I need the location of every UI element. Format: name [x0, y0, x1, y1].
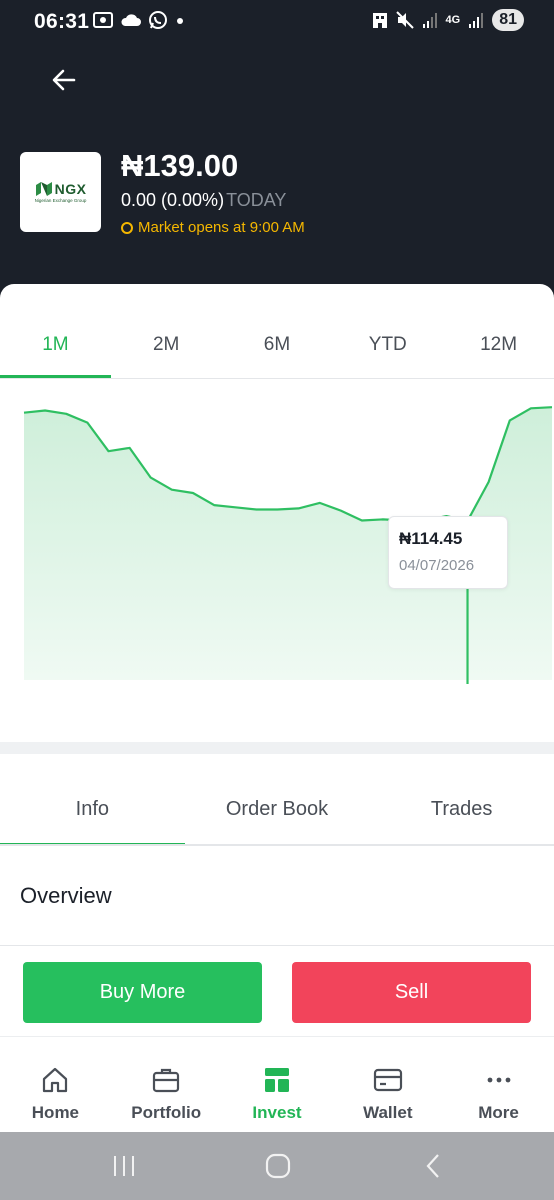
range-tabs-divider — [0, 378, 554, 379]
stock-header: 06:31 4G 81 NGX Nigerian Exchange Group … — [0, 0, 554, 300]
range-tab-ytd[interactable]: YTD — [332, 312, 443, 378]
system-nav-bar — [0, 1132, 554, 1200]
back-arrow-icon[interactable] — [48, 64, 80, 96]
home-button-icon[interactable] — [264, 1152, 292, 1180]
mute-icon — [395, 11, 414, 29]
chart-tooltip: ₦114.45 04/07/2026 — [388, 516, 508, 589]
tab-info[interactable]: Info — [0, 776, 185, 846]
tab-trades[interactable]: Trades — [369, 776, 554, 846]
status-left-icons — [92, 10, 186, 30]
info-tabs-divider — [0, 844, 554, 846]
tooltip-date: 04/07/2026 — [399, 557, 475, 574]
range-tab-12m[interactable]: 12M — [443, 312, 554, 378]
overview-heading: Overview — [20, 883, 112, 908]
battery-level: 81 — [492, 9, 524, 31]
building-icon — [372, 13, 387, 28]
stock-price: ₦139.00 — [121, 148, 239, 183]
network-type: 4G — [445, 14, 461, 26]
company-logo: NGX Nigerian Exchange Group — [20, 152, 101, 232]
tooltip-price: ₦114.45 — [399, 529, 463, 548]
signal-icon — [422, 13, 437, 28]
system-back-icon[interactable] — [420, 1152, 448, 1180]
nav-label-portfolio: Portfolio — [131, 1103, 202, 1122]
nav-label-more: More — [478, 1103, 519, 1122]
price-change-value: 0.00 (0.00%) — [121, 190, 225, 210]
market-status-text: Market opens at 9:00 AM — [138, 219, 305, 236]
nav-item-wallet[interactable]: Wallet — [332, 1037, 443, 1132]
status-bar: 06:31 4G 81 — [0, 0, 554, 44]
bottom-nav: Home Portfolio Invest Wallet More — [0, 1036, 554, 1132]
section-divider — [0, 742, 554, 754]
more-dots-icon — [487, 1077, 510, 1083]
ngx-logo-icon — [35, 182, 52, 196]
signal-icon-2 — [469, 13, 484, 28]
chart-panel: 1M 2M 6M YTD 12M ₦114.45 04/07/2026 — [0, 284, 554, 744]
nav-label-invest: Invest — [252, 1103, 302, 1122]
screenshot-icon — [93, 12, 113, 28]
nav-item-portfolio[interactable]: Portfolio — [111, 1037, 222, 1132]
range-tab-1m[interactable]: 1M — [0, 312, 111, 378]
range-tabs: 1M 2M 6M YTD 12M — [0, 312, 554, 378]
home-icon — [43, 1067, 68, 1093]
wallet-icon — [373, 1068, 402, 1092]
nav-label-home: Home — [31, 1103, 80, 1122]
info-tabs: Info Order Book Trades — [0, 776, 554, 846]
range-tab-6m[interactable]: 6M — [222, 312, 333, 378]
sell-button[interactable]: Sell — [292, 962, 531, 1023]
price-change: 0.00 (0.00%) TODAY — [121, 190, 286, 211]
logo-text: NGX — [54, 181, 87, 197]
nav-label-wallet: Wallet — [363, 1103, 413, 1122]
notification-dot-icon — [177, 18, 183, 24]
status-right-icons: 4G 81 — [372, 9, 524, 31]
briefcase-icon — [153, 1068, 180, 1093]
status-time: 06:31 — [34, 10, 90, 33]
overview-divider — [0, 945, 554, 946]
buy-more-button[interactable]: Buy More — [23, 962, 262, 1023]
price-change-period: TODAY — [226, 190, 287, 210]
market-status-icon — [121, 221, 133, 234]
invest-icon — [264, 1068, 289, 1092]
cloud-icon — [121, 14, 141, 26]
tab-order-book[interactable]: Order Book — [185, 776, 370, 846]
whatsapp-icon — [149, 11, 167, 29]
nav-item-more[interactable]: More — [443, 1037, 554, 1132]
market-status: Market opens at 9:00 AM — [121, 219, 305, 236]
nav-item-invest[interactable]: Invest — [222, 1037, 333, 1132]
recent-apps-icon[interactable] — [110, 1152, 138, 1180]
nav-item-home[interactable]: Home — [0, 1037, 111, 1132]
logo-subtext: Nigerian Exchange Group — [34, 198, 87, 203]
range-tab-2m[interactable]: 2M — [111, 312, 222, 378]
